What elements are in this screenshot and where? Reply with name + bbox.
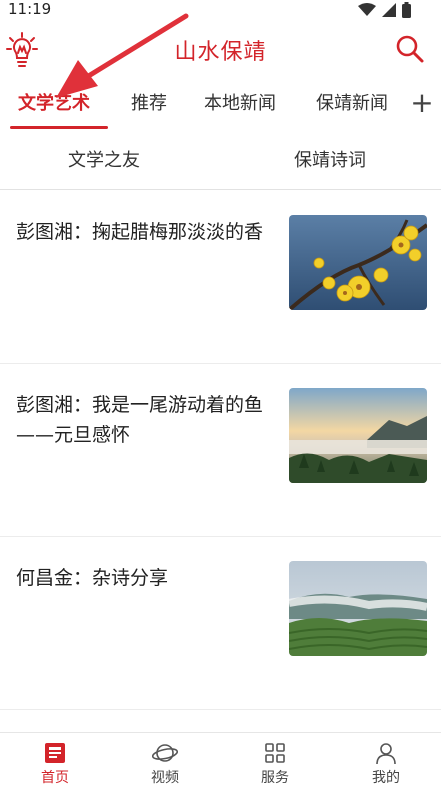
app-header: 山水保靖 [0,22,441,78]
signal-icon [382,3,396,17]
search-icon[interactable] [395,34,425,64]
status-bar: 11:19 [0,0,441,22]
article-title[interactable]: 彭图湘：掬起腊梅那淡淡的香 [16,217,276,247]
article-title[interactable]: 何昌金：杂诗分享 [16,563,276,593]
nav-services[interactable]: 服务 [220,733,330,786]
channel-tabs: 文学艺术 推荐 本地新闻 保靖新闻 + [0,78,441,130]
wintersweet-image [289,215,427,310]
brand-logo: 山水保靖 [174,40,267,65]
tab-local-news[interactable]: 本地新闻 [204,78,276,130]
article-item[interactable]: 彭图湘：我是一尾游动着的鱼——元旦感怀 [0,364,441,537]
article-item[interactable]: 彭图湘：掬起腊梅那淡淡的香 [0,191,441,364]
add-channel-button[interactable]: + [403,78,441,130]
planet-icon [152,744,178,762]
tea-fields-image [289,561,427,656]
article-thumbnail[interactable] [289,561,427,656]
subtab-literature-friends[interactable]: 文学之友 [68,134,140,190]
nav-profile-label: 我的 [372,770,400,786]
user-icon [376,743,396,765]
nav-services-label: 服务 [261,770,289,786]
nav-profile[interactable]: 我的 [331,733,441,786]
subtab-baojing-poetry[interactable]: 保靖诗词 [294,134,366,190]
article-thumbnail[interactable] [289,388,427,483]
nav-home-label: 首页 [41,770,69,786]
grid-icon [265,743,285,763]
tab-recommend[interactable]: 推荐 [131,78,167,130]
tab-literature-art[interactable]: 文学艺术 [18,78,90,130]
status-icons [358,2,411,18]
home-news-icon [45,743,65,763]
tab-baojing-news[interactable]: 保靖新闻 [316,78,404,130]
bottom-nav: 首页 视频 服务 我的 [0,732,441,786]
active-tab-indicator [10,126,108,129]
article-thumbnail[interactable] [289,215,427,310]
sub-tabs: 文学之友 保靖诗词 [0,134,441,190]
nav-home[interactable]: 首页 [0,733,110,786]
wifi-icon [358,3,376,16]
battery-icon [402,2,411,18]
mountain-clouds-image [289,388,427,483]
nav-video[interactable]: 视频 [110,733,220,786]
article-title[interactable]: 彭图湘：我是一尾游动着的鱼——元旦感怀 [16,390,276,450]
nav-video-label: 视频 [151,770,179,786]
status-time: 11:19 [8,0,52,18]
article-item[interactable]: 何昌金：杂诗分享 [0,537,441,710]
